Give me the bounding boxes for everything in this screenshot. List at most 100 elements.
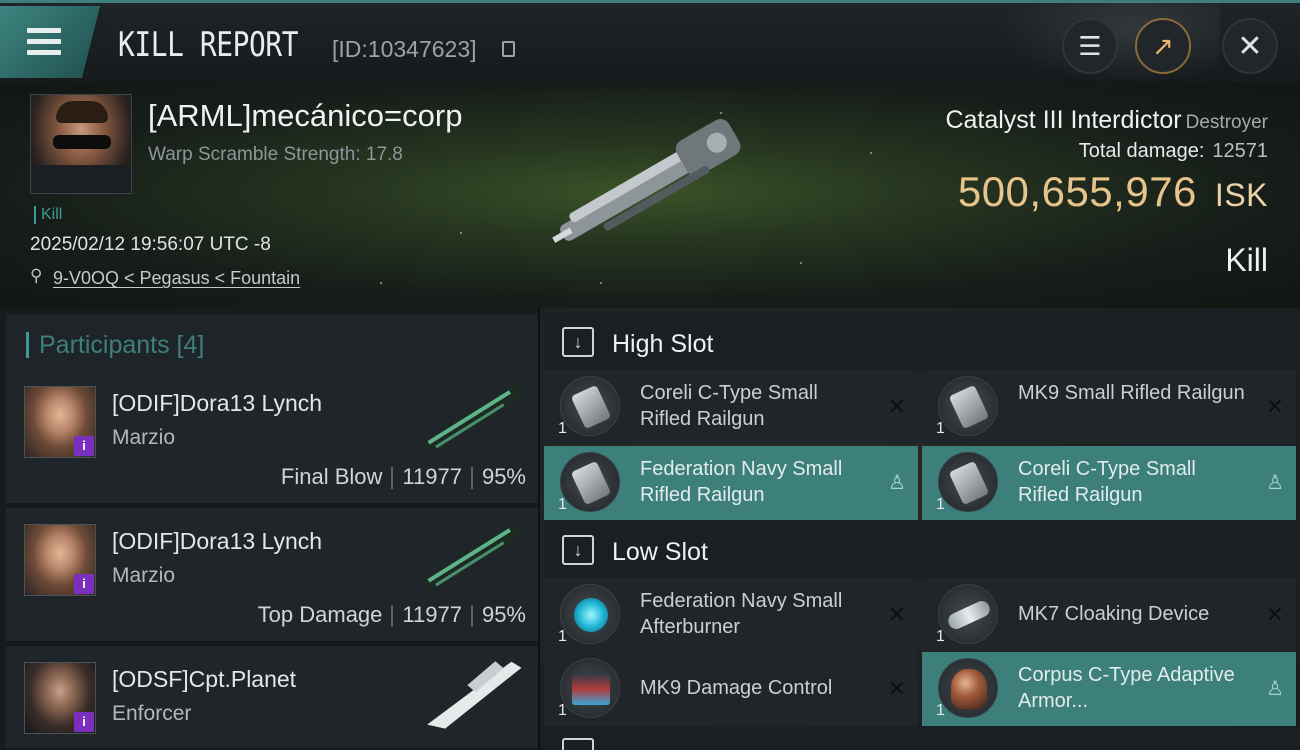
module-item[interactable]: 1 Coreli C-Type Small Rifled Railgun ♙ — [922, 446, 1296, 520]
star — [870, 152, 872, 154]
share-button[interactable]: ↗ — [1135, 18, 1191, 74]
participant-row[interactable]: i [ODIF]Dora13 Lynch Marzio Final Blow 11… — [6, 370, 538, 505]
railgun-icon — [938, 376, 998, 436]
module-name: Federation Navy Small Afterburner — [640, 590, 843, 638]
implant-badge-icon: i — [74, 712, 94, 732]
railgun-graphic — [570, 384, 612, 430]
destroyed-icon: ✕ — [1265, 394, 1284, 419]
participant-avatar[interactable]: i — [24, 386, 96, 458]
kill-timestamp: 2025/02/12 19:56:07 UTC -8 — [30, 234, 271, 255]
module-name: Federation Navy Small Rifled Railgun — [640, 458, 843, 506]
menu-button[interactable] — [0, 6, 100, 78]
railgun-graphic — [570, 460, 612, 506]
location-link[interactable]: 9-V0OQ < Pegasus < Fountain — [53, 268, 300, 289]
module-quantity: 1 — [558, 496, 567, 513]
isk-amount: 500,655,976 — [957, 168, 1197, 215]
participant-ship-render — [423, 523, 522, 591]
avatar-coat — [31, 165, 131, 193]
module-quantity: 1 — [558, 420, 567, 437]
isk-value: 500,655,976 ISK — [958, 168, 1268, 216]
participant-row[interactable]: i [ODSF]Cpt.Planet Enforcer — [6, 646, 538, 750]
afterburner-graphic — [574, 598, 608, 632]
participant-avatar[interactable]: i — [24, 524, 96, 596]
implant-badge-icon: i — [74, 574, 94, 594]
module-item[interactable]: 1 Coreli C-Type Small Rifled Railgun ✕ — [544, 370, 918, 444]
module-name: MK9 Small Rifled Railgun — [1018, 382, 1245, 404]
afterburner-icon — [560, 584, 620, 644]
star — [800, 262, 802, 264]
star — [380, 282, 382, 284]
avatar-glasses — [53, 135, 111, 149]
module-quantity: 1 — [936, 702, 945, 719]
menu-icon — [27, 28, 61, 33]
low-slot-label: Low Slot — [612, 538, 708, 566]
participants-panel: Participants [4] i [ODIF]Dora13 Lynch Ma… — [0, 308, 540, 750]
header-bar: KILL REPORT [ID:10347623] ☰ ↗ ✕ — [0, 0, 1300, 85]
close-button[interactable]: ✕ — [1222, 18, 1278, 74]
page-title: KILL REPORT — [118, 25, 299, 65]
star — [600, 282, 602, 284]
copy-icon[interactable] — [502, 41, 515, 57]
clipboard-button[interactable]: ☰ — [1062, 18, 1118, 74]
avatar-hair — [56, 101, 108, 123]
participant-ship: Marzio — [112, 426, 176, 449]
victim-summary: [ARML]mecánico=corp Warp Scramble Streng… — [0, 82, 1300, 308]
module-item[interactable]: 1 Federation Navy Small Rifled Railgun ♙ — [544, 446, 918, 520]
module-item[interactable]: 1 MK7 Cloaking Device ✕ — [922, 578, 1296, 652]
destroyed-icon: ✕ — [887, 676, 906, 701]
participant-role: Final Blow — [280, 464, 383, 489]
participant-stats: Final Blow 11977 95% — [281, 464, 526, 490]
railgun-icon — [560, 376, 620, 436]
victim-name[interactable]: [ARML]mecánico=corp — [148, 98, 462, 134]
module-name: Corpus C-Type Adaptive Armor... — [1018, 664, 1235, 712]
participant-ship: Enforcer — [112, 702, 192, 725]
victim-avatar[interactable] — [30, 94, 132, 194]
destroyed-icon: ✕ — [887, 394, 906, 419]
participant-avatar[interactable]: i — [24, 662, 96, 734]
dropped-person-icon: ♙ — [888, 472, 906, 494]
participants-header[interactable]: Participants [4] — [6, 314, 538, 370]
participant-ship: Marzio — [112, 564, 176, 587]
armor-graphic — [951, 669, 987, 709]
menu-icon-bar — [27, 39, 61, 44]
total-damage-label: Total damage: — [1078, 140, 1205, 162]
participant-ship-render — [427, 661, 522, 729]
module-item[interactable]: 1 MK9 Small Rifled Railgun ✕ — [922, 370, 1296, 444]
low-slot-icon: ↓ — [562, 535, 594, 565]
next-slot-header — [544, 728, 1300, 750]
low-slot-header: ↓ Low Slot — [544, 520, 1300, 580]
module-item[interactable]: 1 MK9 Damage Control ✕ — [544, 652, 918, 726]
menu-icon-bar — [27, 50, 61, 55]
high-slot-header: ↓ High Slot — [544, 312, 1300, 372]
total-damage-value: 12571 — [1212, 140, 1268, 162]
participant-percent: 95% — [481, 464, 526, 489]
participant-name: [ODSF]Cpt.Planet — [112, 666, 297, 692]
high-slot-icon: ↓ — [562, 327, 594, 357]
module-name: Coreli C-Type Small Rifled Railgun — [640, 382, 818, 430]
dropped-person-icon: ♙ — [1266, 472, 1284, 494]
module-quantity: 1 — [936, 496, 945, 513]
module-name: MK7 Cloaking Device — [1018, 603, 1210, 625]
participant-ship-render — [423, 385, 522, 453]
implant-badge-icon: i — [74, 436, 94, 456]
ship-type[interactable]: Catalyst III Interdictor — [945, 106, 1181, 134]
divider — [391, 605, 394, 628]
module-quantity: 1 — [558, 702, 567, 719]
location-pin-icon: ⚲ — [30, 266, 43, 285]
module-name: MK9 Damage Control — [640, 677, 833, 699]
participant-damage: 11977 — [402, 602, 462, 627]
ship-render — [552, 119, 741, 243]
participant-name: [ODIF]Dora13 Lynch — [112, 390, 323, 416]
close-icon: ✕ — [1237, 29, 1263, 63]
railgun-icon — [560, 452, 620, 512]
damage-control-icon — [560, 658, 620, 718]
dropped-person-icon: ♙ — [1266, 678, 1284, 700]
module-quantity: 1 — [936, 420, 945, 437]
divider — [391, 467, 394, 490]
module-item[interactable]: 1 Corpus C-Type Adaptive Armor... ♙ — [922, 652, 1296, 726]
kill-result: Kill — [1225, 242, 1268, 278]
participant-row[interactable]: i [ODIF]Dora13 Lynch Marzio Top Damage 11… — [6, 508, 538, 643]
module-quantity: 1 — [936, 628, 945, 645]
module-item[interactable]: 1 Federation Navy Small Afterburner ✕ — [544, 578, 918, 652]
railgun-graphic — [948, 384, 990, 430]
